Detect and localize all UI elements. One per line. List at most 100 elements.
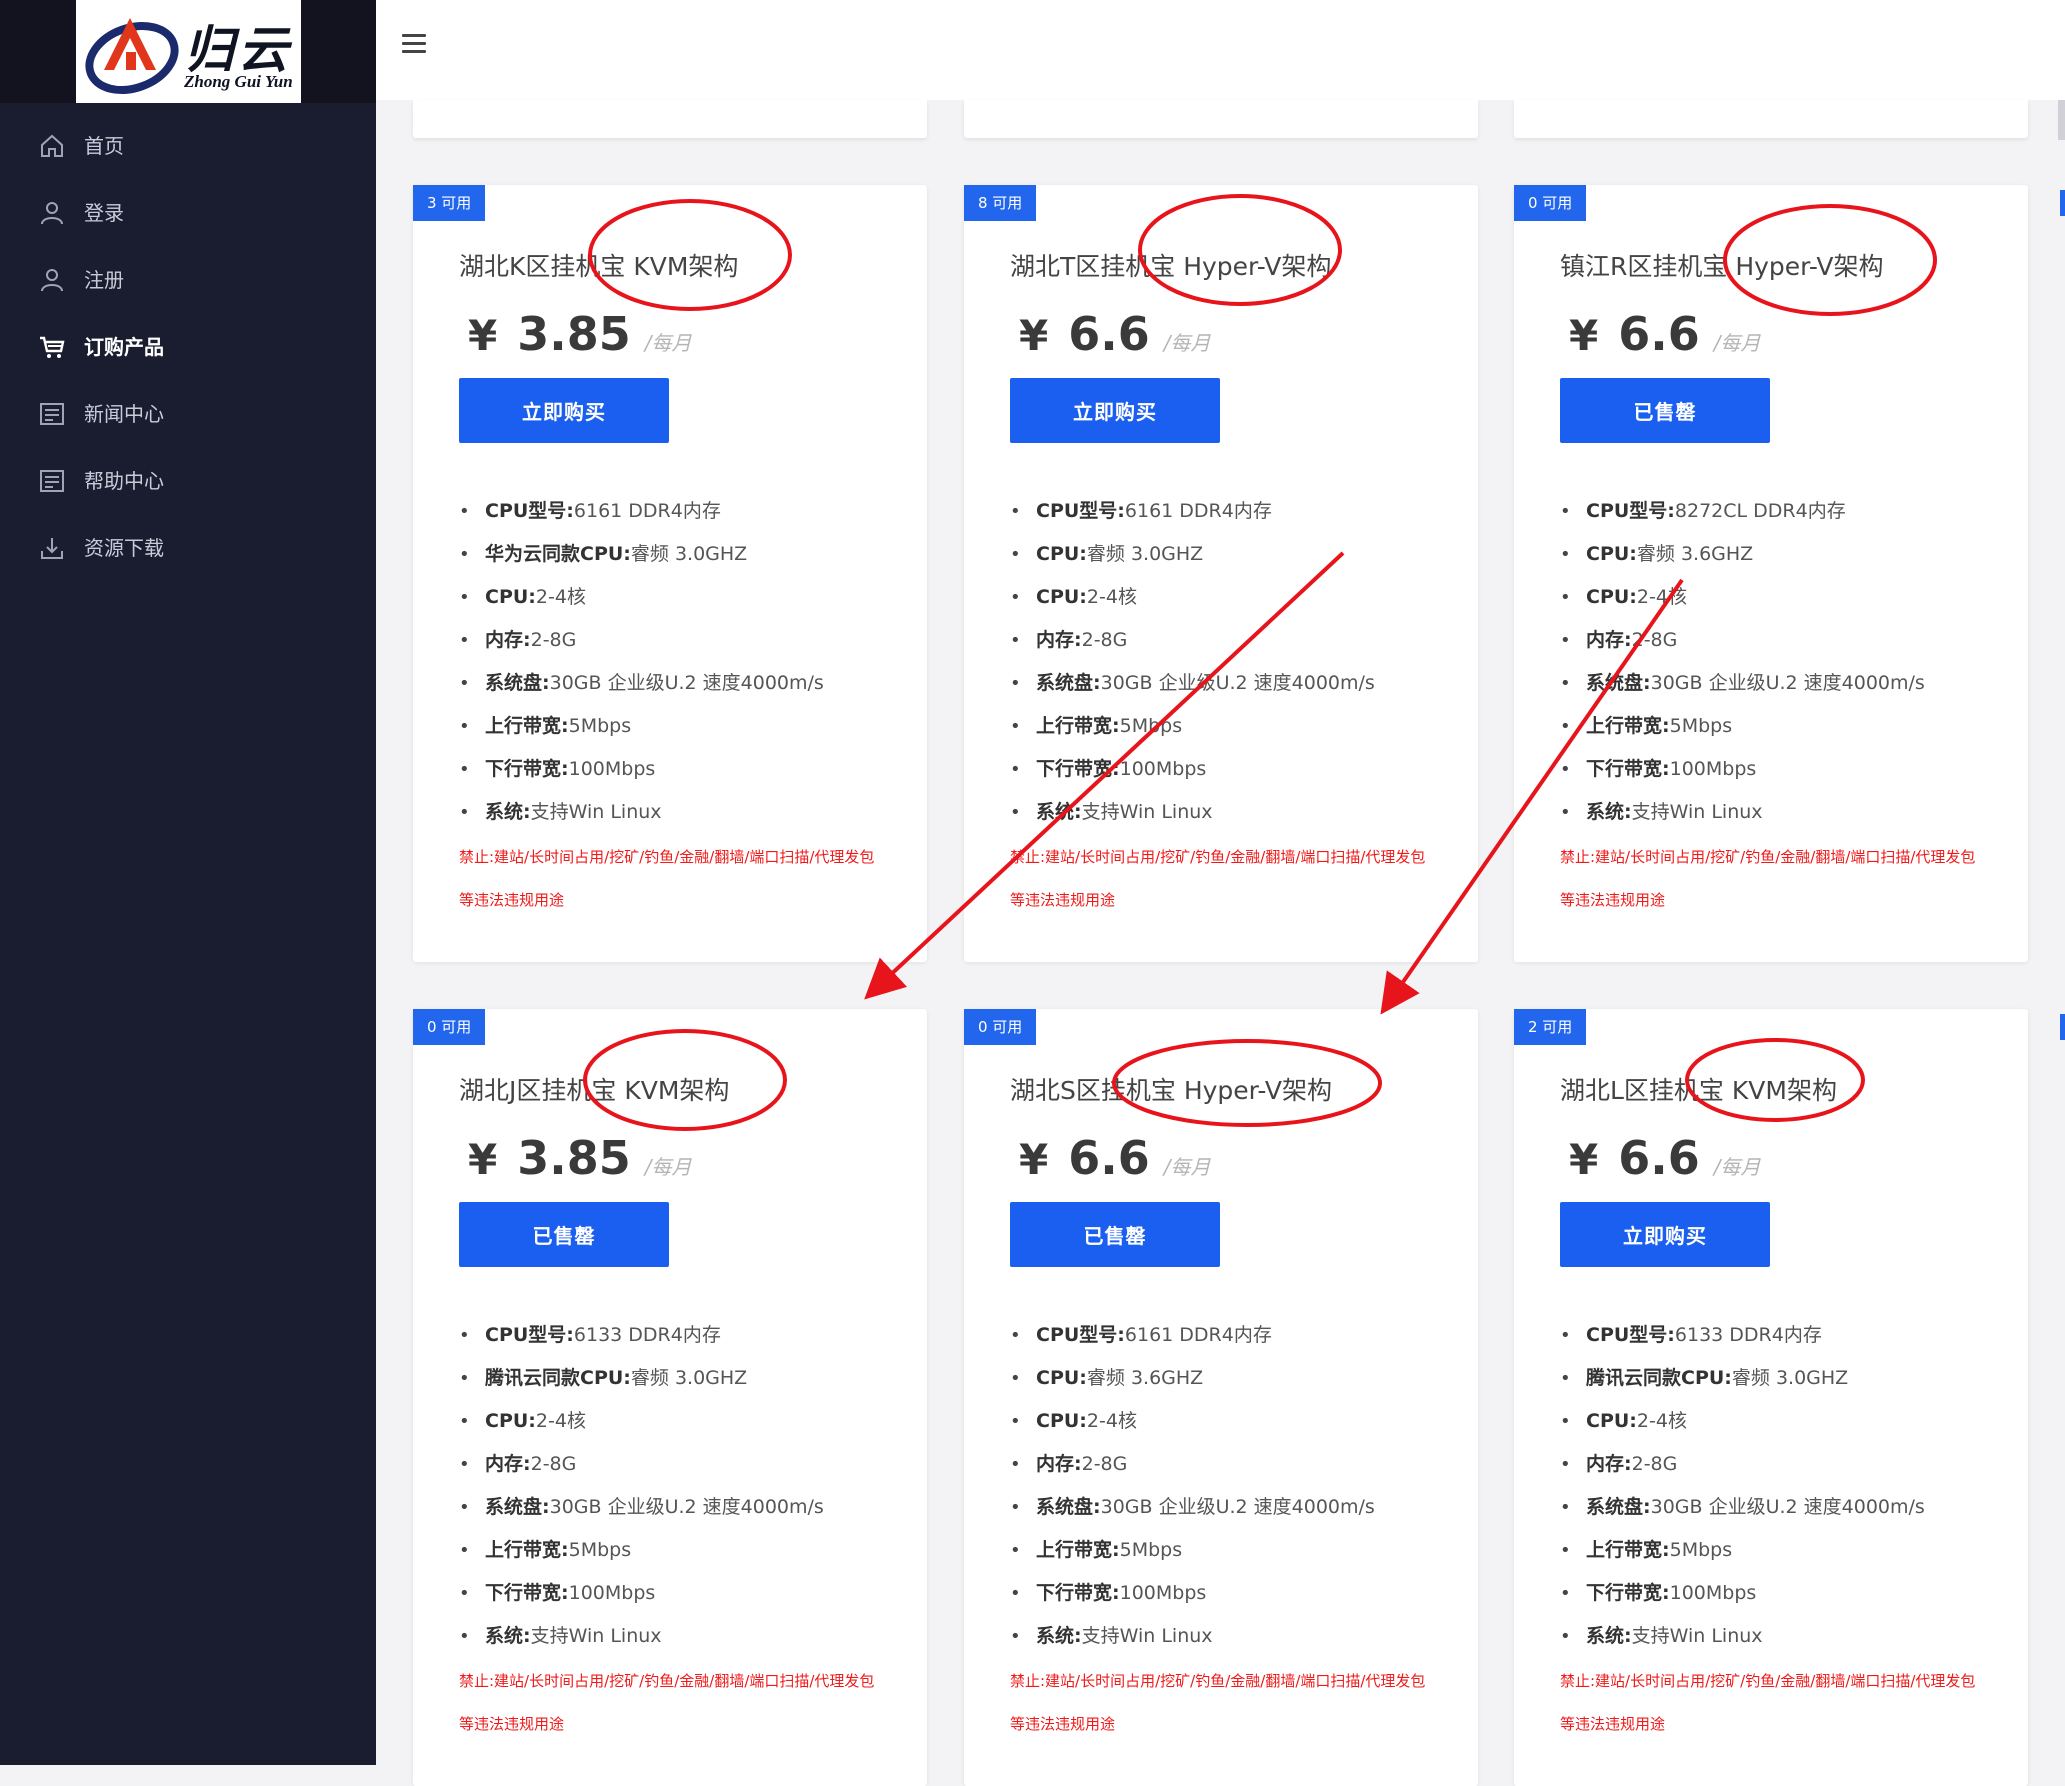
spec-item: 内存:2-8G xyxy=(1560,619,2020,662)
sidebar-item-label: 订购产品 xyxy=(84,335,164,359)
spec-key: 系统盘: xyxy=(1036,1496,1101,1518)
product-title: 湖北K区挂机宝 KVM架构 xyxy=(459,252,739,281)
price-amount: 3.85 xyxy=(517,1131,631,1185)
spec-key: CPU型号: xyxy=(1586,500,1675,522)
usage-warning: 禁止:建站/长时间占用/挖矿/钓鱼/金融/翻墙/端口扫描/代理发包等违法违规用途 xyxy=(1560,848,1976,909)
spec-key: CPU: xyxy=(485,586,536,608)
spec-key: CPU: xyxy=(1036,543,1087,565)
price: ¥3.85/每月 xyxy=(468,307,691,361)
spec-value: 6133 DDR4内存 xyxy=(573,1324,721,1346)
sold-out-button[interactable]: 已售罄 xyxy=(1010,1202,1220,1267)
sidebar: 归云 Zhong Gui Yun 首页 登录 注册 订购产品 新闻中心 帮助中心 xyxy=(0,0,376,1765)
document-icon xyxy=(40,470,64,492)
spec-value: 100Mbps xyxy=(568,758,656,780)
spec-value: 2-4核 xyxy=(1636,1410,1687,1432)
spec-item: CPU:2-4核 xyxy=(1010,1400,1470,1443)
currency-symbol: ¥ xyxy=(1019,311,1049,360)
product-card: 0 可用 镇江R区挂机宝 Hyper-V架构 ¥6.6/每月 已售罄 CPU型号… xyxy=(1514,185,2028,962)
stock-badge: 8 可用 xyxy=(964,185,1037,221)
spec-key: CPU: xyxy=(1586,1410,1637,1432)
spec-item: CPU:睿频 3.6GHZ xyxy=(1010,1357,1470,1400)
spec-item: 下行带宽:100Mbps xyxy=(1560,748,2020,791)
spec-value: 30GB 企业级U.2 速度4000m/s xyxy=(1100,672,1375,694)
logo-area: 归云 Zhong Gui Yun xyxy=(0,0,376,103)
spec-item: 系统:支持Win Linux xyxy=(1560,1615,2020,1658)
sidebar-item-login[interactable]: 登录 xyxy=(0,179,376,246)
sidebar-item-order-products[interactable]: 订购产品 xyxy=(0,313,376,380)
spec-list: CPU型号:6133 DDR4内存 腾讯云同款CPU:睿频 3.0GHZ CPU… xyxy=(459,1314,919,1658)
spec-value: 2-8G xyxy=(1081,629,1128,651)
spec-item: 上行带宽:5Mbps xyxy=(459,705,919,748)
spec-value: 100Mbps xyxy=(1669,1582,1757,1604)
spec-key: 腾讯云同款CPU: xyxy=(485,1367,631,1389)
spec-item: 上行带宽:5Mbps xyxy=(1560,705,2020,748)
spec-value: 2-4核 xyxy=(1636,586,1687,608)
spec-item: 内存:2-8G xyxy=(459,619,919,662)
spec-value: 5Mbps xyxy=(1119,1539,1183,1561)
scrollbar[interactable] xyxy=(2058,100,2065,140)
spec-key: CPU: xyxy=(1036,1410,1087,1432)
spec-value: 2-8G xyxy=(1631,1453,1678,1475)
product-card: 3 可用 湖北K区挂机宝 KVM架构 ¥3.85/每月 立即购买 CPU型号:6… xyxy=(413,185,927,962)
price-period: /每月 xyxy=(1713,331,1761,355)
spec-key: 系统: xyxy=(1036,801,1082,823)
spec-key: 系统: xyxy=(485,1625,531,1647)
spec-key: 腾讯云同款CPU: xyxy=(1586,1367,1732,1389)
user-icon xyxy=(41,269,63,292)
spec-value: 2-4核 xyxy=(1086,1410,1137,1432)
buy-button[interactable]: 立即购买 xyxy=(1560,1202,1770,1267)
next-card-edge xyxy=(2060,190,2065,216)
spec-item: CPU:2-4核 xyxy=(459,576,919,619)
spec-key: 上行带宽: xyxy=(1036,1539,1120,1561)
buy-button[interactable]: 立即购买 xyxy=(459,378,669,443)
buy-button[interactable]: 立即购买 xyxy=(1010,378,1220,443)
spec-key: 内存: xyxy=(485,1453,531,1475)
price-period: /每月 xyxy=(1163,331,1211,355)
spec-key: 上行带宽: xyxy=(485,1539,569,1561)
currency-symbol: ¥ xyxy=(1569,1135,1599,1184)
spec-item: 下行带宽:100Mbps xyxy=(1560,1572,2020,1615)
price: ¥6.6/每月 xyxy=(1019,1131,1210,1185)
sidebar-item-home[interactable]: 首页 xyxy=(0,112,376,179)
product-title: 湖北L区挂机宝 KVM架构 xyxy=(1560,1076,1837,1105)
sidebar-item-downloads[interactable]: 资源下载 xyxy=(0,514,376,581)
spec-key: 下行带宽: xyxy=(1586,758,1670,780)
spec-key: 内存: xyxy=(1586,629,1632,651)
sidebar-item-help[interactable]: 帮助中心 xyxy=(0,447,376,514)
spec-value: 睿频 3.0GHZ xyxy=(630,1367,748,1389)
spec-item: CPU型号:6161 DDR4内存 xyxy=(459,490,919,533)
spec-key: 系统盘: xyxy=(1586,672,1651,694)
price-amount: 6.6 xyxy=(1618,1131,1700,1185)
sold-out-button[interactable]: 已售罄 xyxy=(1560,378,1770,443)
price-period: /每月 xyxy=(644,1155,692,1179)
sidebar-nav: 首页 登录 注册 订购产品 新闻中心 帮助中心 资源下载 xyxy=(0,112,376,581)
currency-symbol: ¥ xyxy=(1569,311,1599,360)
sidebar-item-news[interactable]: 新闻中心 xyxy=(0,380,376,447)
home-icon xyxy=(41,134,63,157)
usage-warning: 禁止:建站/长时间占用/挖矿/钓鱼/金融/翻墙/端口扫描/代理发包等违法违规用途 xyxy=(459,1672,875,1733)
spec-value: 支持Win Linux xyxy=(530,1625,662,1647)
top-header xyxy=(376,0,2065,100)
logo[interactable]: 归云 Zhong Gui Yun xyxy=(76,0,301,103)
spec-item: 华为云同款CPU:睿频 3.0GHZ xyxy=(459,533,919,576)
spec-key: 系统盘: xyxy=(1586,1496,1651,1518)
sidebar-item-register[interactable]: 注册 xyxy=(0,246,376,313)
spec-key: 下行带宽: xyxy=(485,758,569,780)
spec-value: 100Mbps xyxy=(1119,758,1207,780)
price-amount: 6.6 xyxy=(1618,307,1700,361)
spec-item: CPU:2-4核 xyxy=(1560,1400,2020,1443)
spec-key: 上行带宽: xyxy=(1586,1539,1670,1561)
spec-item: 系统盘:30GB 企业级U.2 速度4000m/s xyxy=(1560,1486,2020,1529)
spec-key: 下行带宽: xyxy=(1036,1582,1120,1604)
spec-key: 上行带宽: xyxy=(1036,715,1120,737)
spec-key: 系统盘: xyxy=(485,672,550,694)
sold-out-button[interactable]: 已售罄 xyxy=(459,1202,669,1267)
product-title: 湖北S区挂机宝 Hyper-V架构 xyxy=(1010,1076,1332,1105)
spec-key: 系统盘: xyxy=(485,1496,550,1518)
card-stub xyxy=(964,100,1478,138)
spec-value: 30GB 企业级U.2 速度4000m/s xyxy=(549,672,824,694)
menu-toggle-icon[interactable] xyxy=(402,34,426,54)
spec-item: 系统盘:30GB 企业级U.2 速度4000m/s xyxy=(459,1486,919,1529)
product-card: 0 可用 湖北S区挂机宝 Hyper-V架构 ¥6.6/每月 已售罄 CPU型号… xyxy=(964,1009,1478,1786)
product-card: 0 可用 湖北J区挂机宝 KVM架构 ¥3.85/每月 已售罄 CPU型号:61… xyxy=(413,1009,927,1786)
